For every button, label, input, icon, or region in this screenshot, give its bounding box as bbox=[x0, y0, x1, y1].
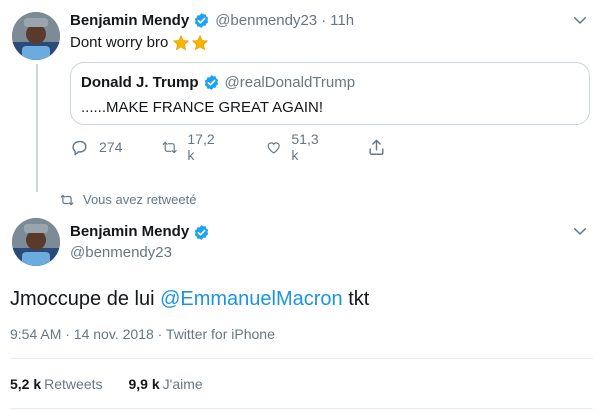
divider bbox=[10, 358, 593, 359]
verified-badge-icon bbox=[195, 13, 209, 28]
retweet-notice-text: Vous avez retweeté bbox=[83, 192, 197, 207]
timestamp[interactable]: 11h bbox=[330, 11, 354, 30]
star-emojis bbox=[172, 34, 209, 52]
tweet-header: Benjamin Mendy @benmendy23 bbox=[70, 222, 215, 263]
author-handle[interactable]: @benmendy23 bbox=[215, 11, 317, 30]
mention-link[interactable]: @EmmanuelMacron bbox=[160, 288, 343, 310]
likes-label: J'aime bbox=[162, 376, 203, 392]
retweet-count: 17,2 k bbox=[187, 131, 215, 163]
tweet-meta[interactable]: 9:54 AM · 14 nov. 2018 · Twitter for iPh… bbox=[10, 326, 275, 342]
chevron-down-icon[interactable] bbox=[571, 11, 589, 29]
avatar[interactable] bbox=[12, 218, 60, 266]
retweet-notice: Vous avez retweeté bbox=[60, 192, 196, 207]
reply-count: 274 bbox=[99, 139, 123, 155]
quoted-author-name: Donald J. Trump bbox=[81, 74, 199, 91]
likes-count: 9,9 k bbox=[128, 376, 160, 392]
reply-button[interactable]: 274 bbox=[70, 138, 122, 157]
divider bbox=[10, 408, 593, 409]
verified-badge-icon bbox=[204, 75, 218, 90]
quoted-author-handle: @realDonaldTrump bbox=[224, 74, 356, 91]
like-button[interactable]: 51,3 k bbox=[266, 131, 322, 163]
verified-badge-icon bbox=[195, 224, 209, 240]
separator: · bbox=[321, 12, 327, 29]
quoted-tweet-text: ......MAKE FRANCE GREAT AGAIN! bbox=[81, 99, 323, 116]
like-count: 51,3 k bbox=[291, 131, 319, 163]
retweet-button[interactable]: 17,2 k bbox=[162, 131, 218, 163]
quoted-tweet[interactable]: Donald J. Trump @realDonaldTrump ......M… bbox=[70, 62, 590, 125]
star-emoji bbox=[192, 34, 209, 51]
tweet-header: Benjamin Mendy @benmendy23 · 11h bbox=[70, 11, 354, 30]
likes-stat[interactable]: 9,9 k J'aime bbox=[129, 376, 203, 392]
quoted-tweet-header: Donald J. Trump @realDonaldTrump bbox=[81, 73, 355, 92]
author-handle[interactable]: @benmendy23 bbox=[70, 243, 215, 263]
retweets-stat[interactable]: 5,2 k Retweets bbox=[10, 376, 103, 392]
tweet-text: Jmoccupe de lui @EmmanuelMacron tkt bbox=[10, 285, 369, 313]
tweet-text: Dont worry bro bbox=[70, 33, 209, 53]
retweet-icon bbox=[162, 141, 177, 153]
tweet[interactable]: Benjamin Mendy @benmendy23 · 11h Dont wo… bbox=[0, 0, 603, 192]
tweet-text-content: Dont worry bro bbox=[70, 34, 169, 51]
retweets-label: Retweets bbox=[44, 376, 103, 392]
retweet-icon bbox=[60, 194, 74, 205]
tweet-stats: 5,2 k Retweets 9,9 k J'aime bbox=[10, 376, 203, 392]
tweet-text-part: tkt bbox=[342, 288, 370, 310]
share-button[interactable] bbox=[367, 138, 396, 157]
thread-line bbox=[36, 64, 38, 192]
tweet-text-part: Jmoccupe de lui bbox=[10, 288, 161, 310]
star-emoji bbox=[173, 34, 190, 51]
heart-icon bbox=[267, 141, 280, 154]
author-name[interactable]: Benjamin Mendy bbox=[70, 222, 189, 242]
chevron-down-icon[interactable] bbox=[571, 222, 589, 240]
retweets-count: 5,2 k bbox=[10, 376, 42, 392]
reply-icon bbox=[72, 140, 87, 155]
share-icon bbox=[369, 139, 384, 155]
avatar[interactable] bbox=[12, 12, 60, 60]
author-name[interactable]: Benjamin Mendy bbox=[70, 11, 189, 30]
